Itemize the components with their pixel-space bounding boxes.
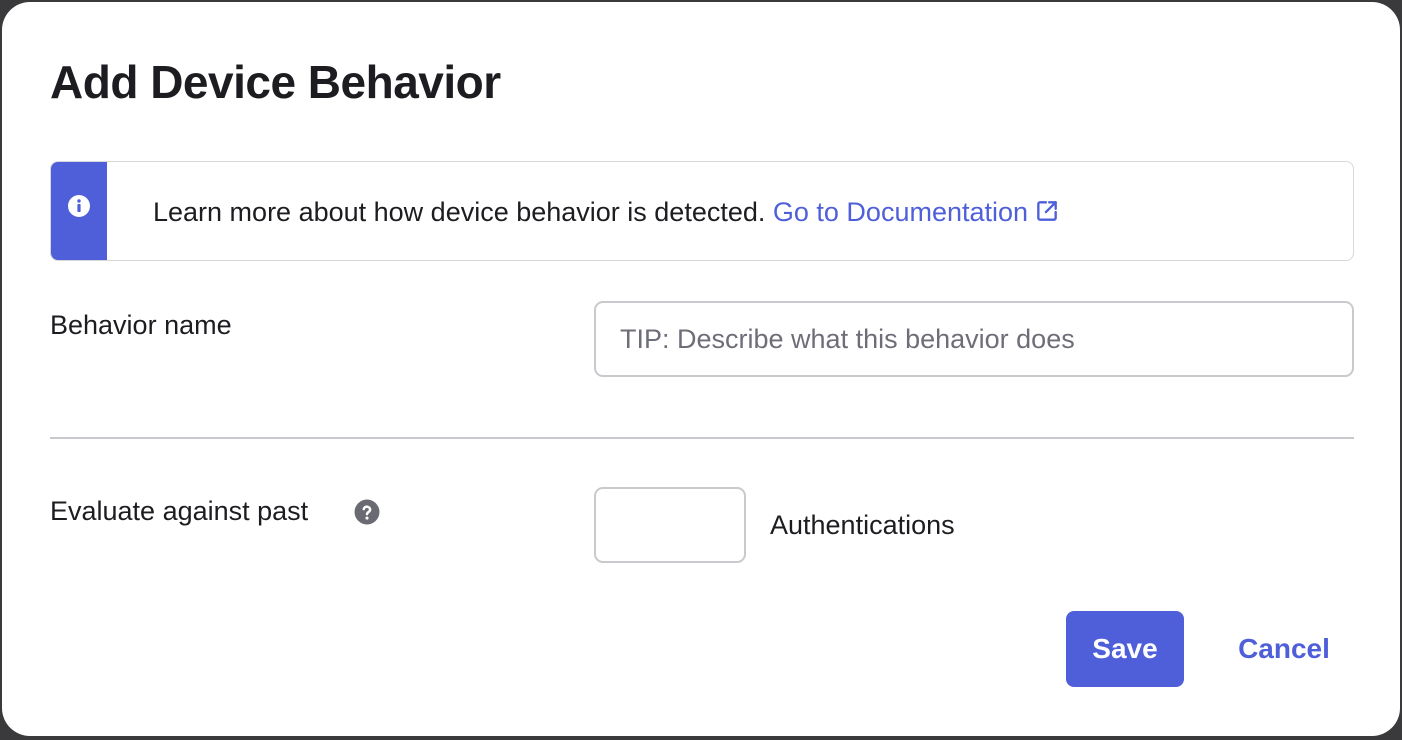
info-icon: [68, 195, 90, 217]
behavior-name-label: Behavior name: [50, 310, 232, 340]
section-divider: [50, 437, 1354, 439]
callout-message: Learn more about how device behavior is …: [153, 195, 1060, 229]
cancel-button[interactable]: Cancel: [1214, 611, 1354, 687]
dialog-title: Add Device Behavior: [50, 56, 501, 108]
evaluate-past-label: Evaluate against past: [50, 496, 309, 526]
authentications-count-input[interactable]: [594, 487, 746, 563]
question-circle-icon[interactable]: [354, 499, 380, 525]
callout-accent-bar: [51, 162, 107, 260]
callout-text: Learn more about how device behavior is …: [153, 197, 773, 227]
info-callout: Learn more about how device behavior is …: [50, 161, 1354, 261]
behavior-name-input[interactable]: [594, 301, 1354, 377]
save-button[interactable]: Save: [1066, 611, 1184, 687]
documentation-link[interactable]: Go to Documentation: [773, 197, 1060, 227]
documentation-link-label: Go to Documentation: [772, 197, 1029, 227]
external-link-icon: [1037, 201, 1057, 221]
add-device-behavior-dialog: Add Device Behavior Learn more about how…: [2, 2, 1400, 736]
authentications-label: Authentications: [770, 510, 955, 540]
